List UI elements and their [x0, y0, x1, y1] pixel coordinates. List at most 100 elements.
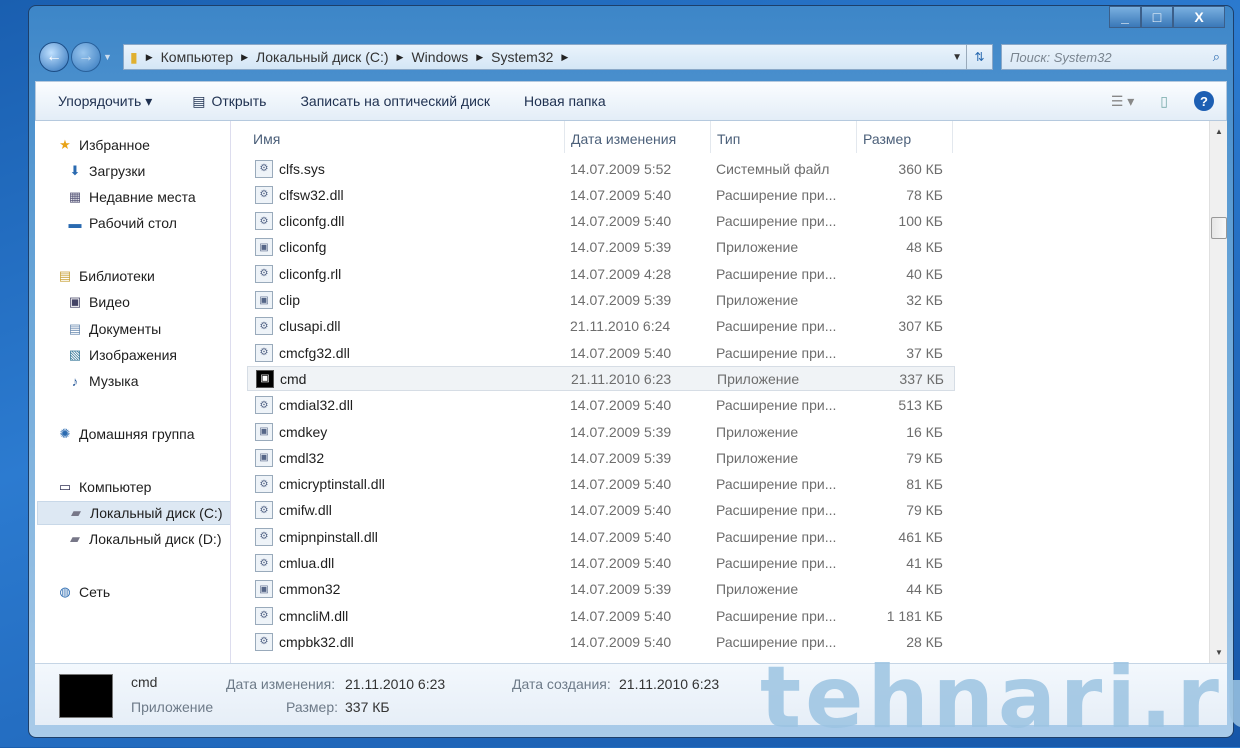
file-row[interactable]: ⚙ cmncliM.dll 14.07.2009 5:40 Расширение… — [247, 603, 955, 628]
file-row[interactable]: ⚙ cmcfg32.dll 14.07.2009 5:40 Расширение… — [247, 340, 955, 365]
vertical-scrollbar[interactable]: ▲ ▼ — [1209, 121, 1227, 663]
application-icon: ▣ — [255, 448, 273, 467]
network-icon: ◍ — [59, 584, 71, 599]
file-date: 14.07.2009 5:40 — [570, 213, 672, 230]
file-date: 14.07.2009 5:39 — [570, 581, 672, 598]
file-row[interactable]: ▣ clip 14.07.2009 5:39 Приложение 32 КБ — [247, 288, 955, 313]
scroll-up-arrow[interactable]: ▲ — [1215, 127, 1223, 136]
file-icon: ⚙ — [255, 396, 273, 415]
file-row[interactable]: ▣ cmd 21.11.2010 6:23 Приложение 337 КБ — [247, 366, 955, 392]
file-date: 14.07.2009 5:40 — [570, 476, 672, 493]
file-size: 100 КБ — [898, 213, 943, 230]
file-type: Приложение — [717, 370, 800, 387]
window-controls: _ □ X — [1109, 6, 1225, 28]
file-row[interactable]: ⚙ cmlua.dll 14.07.2009 5:40 Расширение п… — [247, 551, 955, 576]
file-row[interactable]: ⚙ cmipnpinstall.dll 14.07.2009 5:40 Расш… — [247, 524, 955, 549]
breadcrumb-system32[interactable]: System32 — [491, 49, 553, 65]
file-icon: ⚙ — [255, 317, 273, 336]
maximize-button[interactable]: □ — [1141, 6, 1173, 28]
file-date: 21.11.2010 6:24 — [570, 318, 671, 335]
breadcrumb-windows[interactable]: Windows — [411, 49, 468, 65]
file-type: Расширение при... — [716, 213, 837, 230]
sidebar-item[interactable]: ▦ Недавние места — [67, 185, 196, 209]
column-header-size[interactable]: Размер — [857, 121, 953, 153]
file-row[interactable]: ▣ cliconfg 14.07.2009 5:39 Приложение 48… — [247, 235, 955, 260]
sidebar-item[interactable]: ▰ Локальный диск (D:) — [67, 527, 222, 551]
file-row[interactable]: ⚙ clfs.sys 14.07.2009 5:52 Системный фай… — [247, 156, 955, 181]
pictures-icon: ▧ — [68, 347, 82, 362]
sidebar-item[interactable]: ♪ Музыка — [67, 369, 139, 393]
search-icon[interactable]: ⌕ — [1213, 49, 1220, 65]
breadcrumb-drive-c[interactable]: Локальный диск (C:) — [256, 49, 389, 65]
file-row[interactable]: ▣ cmmon32 14.07.2009 5:39 Приложение 44 … — [247, 577, 955, 602]
sidebar-item[interactable]: ▣ Видео — [67, 290, 130, 314]
sidebar-item-label: Музыка — [89, 373, 139, 389]
file-date: 14.07.2009 5:39 — [570, 423, 672, 440]
file-row[interactable]: ▣ cmdkey 14.07.2009 5:39 Приложение 16 К… — [247, 419, 955, 444]
recent-pages-dropdown[interactable]: ▼ — [103, 52, 112, 62]
sidebar-item[interactable]: ▤ Библиотеки — [57, 264, 155, 288]
recent-places-icon: ▦ — [68, 189, 82, 204]
file-size: 48 КБ — [906, 239, 943, 256]
file-row[interactable]: ⚙ clfsw32.dll 14.07.2009 5:40 Расширение… — [247, 182, 955, 207]
details-modified-label: Дата изменения: — [226, 676, 336, 692]
refresh-button[interactable]: ⇅ — [966, 45, 992, 69]
file-name: cmicryptinstall.dll — [279, 476, 385, 493]
sidebar-item-label: Библиотеки — [79, 268, 155, 284]
back-button[interactable]: ← — [39, 42, 69, 72]
help-icon[interactable]: ? — [1194, 91, 1214, 111]
sidebar-item[interactable]: ▭ Компьютер — [57, 475, 152, 499]
file-date: 14.07.2009 5:40 — [570, 186, 672, 203]
column-header-name[interactable]: Имя — [247, 121, 565, 153]
file-name: cmd — [280, 370, 307, 387]
sidebar-item-label: Компьютер — [79, 479, 152, 495]
scrollbar-thumb[interactable] — [1211, 217, 1227, 239]
search-input[interactable]: Поиск: System32 ⌕ — [1001, 44, 1227, 70]
file-row[interactable]: ⚙ cmicryptinstall.dll 14.07.2009 5:40 Ра… — [247, 472, 955, 497]
chevron-right-icon: ▶ — [145, 51, 153, 62]
file-row[interactable]: ⚙ cliconfg.dll 14.07.2009 5:40 Расширени… — [247, 209, 955, 234]
close-button[interactable]: X — [1173, 6, 1225, 28]
file-size: 44 КБ — [906, 581, 943, 598]
video-icon: ▣ — [68, 294, 82, 309]
file-row[interactable]: ▣ cmdl32 14.07.2009 5:39 Приложение 79 К… — [247, 445, 955, 470]
preview-pane-icon[interactable]: ▯ — [1160, 93, 1168, 110]
new-folder-button[interactable]: Новая папка — [524, 93, 606, 109]
file-date: 14.07.2009 5:39 — [570, 449, 672, 466]
sidebar-item[interactable]: ▰ Локальный диск (C:) — [37, 501, 230, 525]
sidebar-item[interactable]: ▬ Рабочий стол — [67, 211, 177, 235]
file-row[interactable]: ⚙ cmdial32.dll 14.07.2009 5:40 Расширени… — [247, 393, 955, 418]
open-button[interactable]: ▤ Открыть — [192, 93, 266, 110]
drive-icon: ▰ — [71, 505, 81, 520]
forward-button[interactable]: → — [71, 42, 101, 72]
file-row[interactable]: ⚙ cmifw.dll 14.07.2009 5:40 Расширение п… — [247, 498, 955, 523]
sidebar-item[interactable]: ▤ Документы — [67, 317, 161, 341]
column-header-date[interactable]: Дата изменения — [565, 121, 711, 153]
file-row[interactable]: ⚙ clusapi.dll 21.11.2010 6:24 Расширение… — [247, 314, 955, 339]
file-date: 14.07.2009 5:40 — [570, 555, 672, 571]
sidebar-item[interactable]: ★ Избранное — [57, 133, 150, 157]
burn-button[interactable]: Записать на оптический диск — [300, 93, 490, 109]
minimize-button[interactable]: _ — [1109, 6, 1141, 28]
file-size: 79 КБ — [906, 449, 943, 466]
file-icon: ⚙ — [255, 212, 273, 231]
sidebar-item[interactable]: ⬇ Загрузки — [67, 159, 146, 183]
column-headers: Имя Дата изменения Тип Размер — [247, 121, 957, 153]
address-bar[interactable]: ▮ ▶ Компьютер ▶ Локальный диск (C:) ▶ Wi… — [123, 44, 993, 70]
sidebar-item[interactable]: ▧ Изображения — [67, 343, 177, 367]
application-icon: ▣ — [255, 580, 273, 599]
organize-button[interactable]: Упорядочить ▾ — [58, 93, 152, 110]
file-date: 14.07.2009 5:40 — [570, 397, 672, 414]
file-row[interactable]: ⚙ cliconfg.rll 14.07.2009 4:28 Расширени… — [247, 261, 955, 286]
breadcrumb-computer[interactable]: Компьютер — [161, 49, 233, 65]
address-dropdown[interactable]: ▼ — [952, 52, 962, 63]
view-options-icon[interactable]: ☰ ▾ — [1111, 93, 1134, 110]
sidebar-item[interactable]: ◍ Сеть — [57, 580, 110, 604]
cmd-thumbnail — [59, 674, 113, 718]
column-header-type[interactable]: Тип — [711, 121, 857, 153]
sidebar-item[interactable]: ✺ Домашняя группа — [57, 422, 195, 446]
file-name: cmdial32.dll — [279, 397, 353, 414]
file-icon: ⚙ — [255, 527, 273, 546]
file-date: 14.07.2009 5:40 — [570, 633, 672, 650]
sidebar-item-label: Рабочий стол — [89, 215, 177, 231]
